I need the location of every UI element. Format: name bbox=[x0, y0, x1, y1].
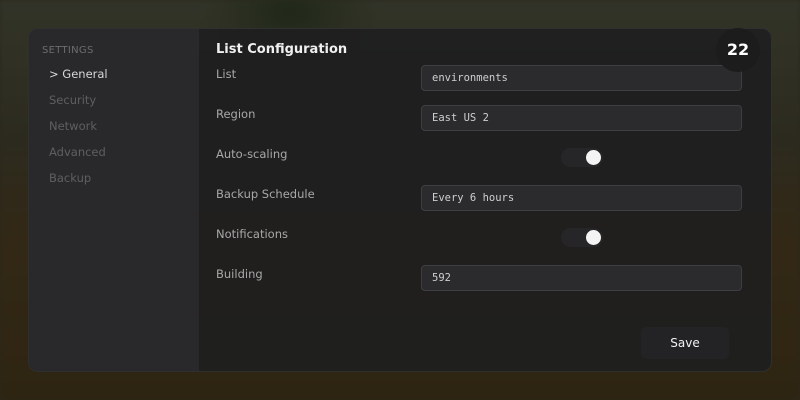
sidebar-item-advanced[interactable]: Advanced bbox=[42, 142, 199, 168]
building-row: Building 592 bbox=[216, 265, 771, 305]
auto-scaling-row: Auto-scaling bbox=[216, 145, 771, 185]
building-input[interactable]: 592 bbox=[421, 265, 742, 291]
sidebar-heading: SETTINGS bbox=[42, 45, 94, 56]
counter-badge: 22 bbox=[716, 28, 760, 72]
notifications-label: Notifications bbox=[216, 227, 288, 241]
sidebar-item-backup[interactable]: Backup bbox=[42, 168, 199, 194]
list-input[interactable]: environments bbox=[421, 65, 742, 91]
auto-scaling-toggle[interactable] bbox=[561, 148, 603, 167]
notifications-row: Notifications bbox=[216, 225, 771, 265]
auto-scaling-label: Auto-scaling bbox=[216, 147, 288, 161]
notifications-toggle[interactable] bbox=[561, 228, 603, 247]
list-row: List environments bbox=[216, 65, 771, 105]
settings-panel: SETTINGS > General Security Network Adva… bbox=[28, 28, 772, 372]
region-row: Region East US 2 bbox=[216, 105, 771, 145]
save-button[interactable]: Save bbox=[641, 327, 729, 359]
backup-schedule-label: Backup Schedule bbox=[216, 187, 315, 201]
region-label: Region bbox=[216, 107, 256, 121]
page-title: List Configuration bbox=[216, 42, 348, 57]
backup-schedule-row: Backup Schedule Every 6 hours bbox=[216, 185, 771, 225]
toggle-knob bbox=[586, 150, 601, 165]
sidebar-item-network[interactable]: Network bbox=[42, 116, 199, 142]
toggle-knob bbox=[586, 230, 601, 245]
sidebar: SETTINGS > General Security Network Adva… bbox=[29, 29, 199, 371]
backup-schedule-input[interactable]: Every 6 hours bbox=[421, 185, 742, 211]
main-content: List Configuration List environments Reg… bbox=[199, 29, 771, 371]
region-input[interactable]: East US 2 bbox=[421, 105, 742, 131]
building-label: Building bbox=[216, 267, 263, 281]
sidebar-item-security[interactable]: Security bbox=[42, 90, 199, 116]
sidebar-item-general[interactable]: > General bbox=[42, 64, 199, 90]
list-label: List bbox=[216, 67, 237, 81]
